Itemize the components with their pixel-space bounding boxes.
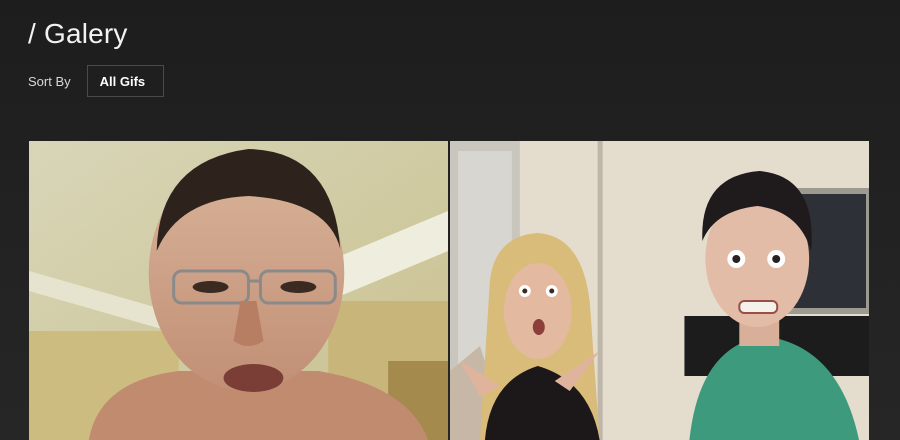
sort-bar: Sort By All Gifs — [28, 65, 164, 97]
sort-label: Sort By — [28, 73, 71, 89]
gallery-page: / Galery Sort By All Gifs — [0, 0, 900, 440]
sort-select-value: All Gifs — [99, 73, 146, 89]
gif-grid — [29, 141, 869, 440]
sort-select[interactable]: All Gifs — [86, 65, 164, 97]
page-title: / Galery — [28, 18, 128, 49]
gif-thumbnail-1 — [29, 141, 448, 440]
gif-tile-2[interactable] — [450, 141, 869, 440]
gif-thumbnail-2 — [450, 141, 869, 440]
gif-tile-1[interactable] — [29, 141, 448, 440]
